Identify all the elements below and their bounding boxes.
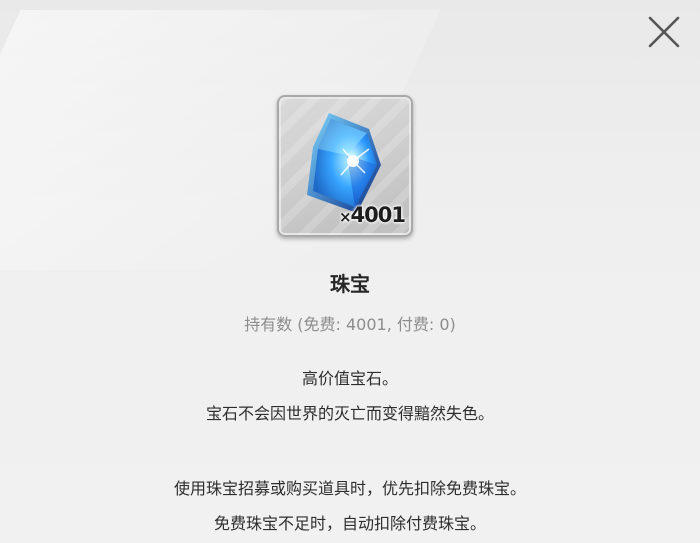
close-icon [648, 16, 680, 48]
description-line-3: 使用珠宝招募或购买道具时，优先扣除免费珠宝。 [173, 479, 526, 498]
close-button[interactable] [646, 14, 682, 50]
description-line-1: 高价值宝石。 [301, 369, 398, 388]
item-name: 珠宝 [330, 272, 370, 296]
description-line-2: 宝石不会因世界的灭亡而变得黯然失色。 [205, 404, 494, 423]
held-count: 持有数 (免费: 4001, 付费: 0) [244, 315, 456, 334]
quantity-value: 4001 [350, 203, 406, 227]
quantity-prefix: × [338, 208, 352, 226]
item-icon-frame: ×4001 [277, 95, 413, 237]
item-quantity: ×4001 [338, 203, 406, 227]
description-line-4: 免费珠宝不足时，自动扣除付费珠宝。 [213, 514, 486, 533]
